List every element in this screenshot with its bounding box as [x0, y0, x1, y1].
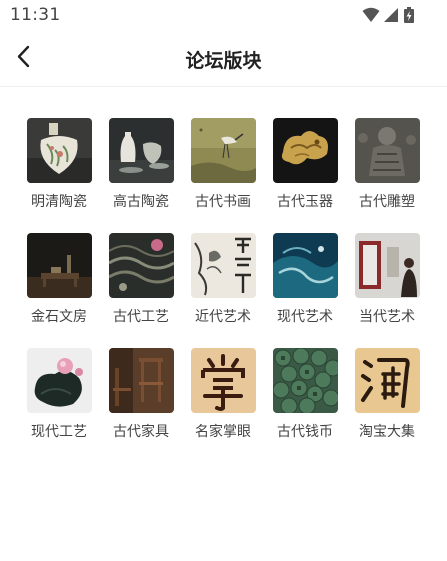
forum-item-label: 近代艺术: [195, 309, 251, 325]
forum-item-label: 古代工艺: [113, 309, 169, 325]
forum-item-label: 名家掌眼: [195, 424, 251, 440]
header: 论坛版块: [0, 32, 447, 87]
antique-furniture-icon: [108, 348, 174, 413]
forum-item-label: 淘宝大集: [359, 424, 415, 440]
modern-craft-sculpture-icon: [26, 348, 92, 413]
forum-item-label: 古代玉器: [277, 194, 333, 210]
forum-item-label: 金石文房: [31, 309, 87, 325]
forum-item-label: 古代钱币: [277, 424, 333, 440]
forum-item-scholar-objects[interactable]: 金石文房: [18, 233, 100, 326]
modern-ink-painting-icon: [190, 233, 256, 298]
calligraphy-tao-character-icon: [354, 348, 420, 413]
forum-item-ancient-painting[interactable]: 古代书画: [182, 118, 264, 211]
ancient-painting-crane-icon: [190, 118, 256, 183]
cellular-signal-icon: [384, 8, 398, 22]
ancient-stone-sculpture-icon: [354, 118, 420, 183]
forum-item-ming-qing-ceramics[interactable]: 明清陶瓷: [18, 118, 100, 211]
forum-item-current-art[interactable]: 当代艺术: [346, 233, 428, 326]
contemporary-art-gallery-icon: [354, 233, 420, 298]
battery-icon: [404, 7, 414, 23]
forum-item-label: 高古陶瓷: [113, 194, 169, 210]
forum-item-label: 古代书画: [195, 194, 251, 210]
forum-item-label: 古代雕塑: [359, 194, 415, 210]
forum-item-label: 现代工艺: [31, 424, 87, 440]
forum-item-ancient-sculpture[interactable]: 古代雕塑: [346, 118, 428, 211]
forum-item-contemporary-art[interactable]: 现代艺术: [264, 233, 346, 326]
forum-item-ancient-ceramics[interactable]: 高古陶瓷: [100, 118, 182, 211]
ancient-jade-dragon-icon: [272, 118, 338, 183]
ancient-lacquer-craft-icon: [108, 233, 174, 298]
forum-item-modern-craft[interactable]: 现代工艺: [18, 348, 100, 441]
ancient-coins-icon: [272, 348, 338, 413]
forum-item-ancient-craft[interactable]: 古代工艺: [100, 233, 182, 326]
status-time: 11:31: [10, 5, 61, 25]
forum-item-antique-furniture[interactable]: 古代家具: [100, 348, 182, 441]
forum-item-modern-art-early[interactable]: 近代艺术: [182, 233, 264, 326]
contemporary-abstract-painting-icon: [272, 233, 338, 298]
ancient-ceramic-vases-icon: [108, 118, 174, 183]
calligraphy-zhang-character-icon: [190, 348, 256, 413]
forum-item-expert-appraisal[interactable]: 名家掌眼: [182, 348, 264, 441]
forum-item-taobao-market[interactable]: 淘宝大集: [346, 348, 428, 441]
scholar-desk-objects-icon: [26, 233, 92, 298]
forum-item-label: 明清陶瓷: [31, 194, 87, 210]
forum-item-ancient-jade[interactable]: 古代玉器: [264, 118, 346, 211]
forum-item-label: 现代艺术: [277, 309, 333, 325]
status-icons: [362, 7, 414, 23]
forum-item-label: 当代艺术: [359, 309, 415, 325]
page-title: 论坛版块: [185, 50, 262, 72]
forum-item-label: 古代家具: [113, 424, 169, 440]
ming-qing-porcelain-vase-icon: [26, 118, 92, 183]
wifi-icon: [362, 7, 380, 22]
status-bar: 11:31: [0, 0, 447, 32]
forum-item-ancient-coins[interactable]: 古代钱币: [264, 348, 346, 441]
